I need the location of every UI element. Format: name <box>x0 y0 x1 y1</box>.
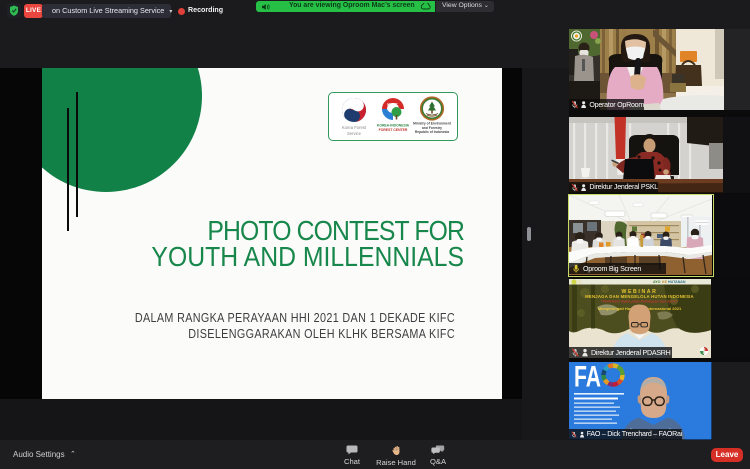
svg-text:Republic of Indonesia: Republic of Indonesia <box>414 130 448 134</box>
svg-text:AYO: AYO <box>653 280 661 284</box>
svg-text:FOREST CENTER: FOREST CENTER <box>378 128 407 132</box>
svg-text:KE: KE <box>662 280 668 284</box>
svg-text:KIFC: KIFC <box>387 102 398 107</box>
svg-text:Service: Service <box>347 131 362 136</box>
svg-text:“Kontribusi Nyata pada Kehidup: “Kontribusi Nyata pada Kehidupan dan Dun… <box>601 299 679 303</box>
svg-text:MENJAGA DAN MENGELOLA HUTAN IN: MENJAGA DAN MENGELOLA HUTAN INDONESIA <box>585 294 694 299</box>
svg-text:Korea Forest: Korea Forest <box>341 125 366 130</box>
svg-text:FA: FA <box>574 362 601 394</box>
svg-text:KOREA-INDONESIA: KOREA-INDONESIA <box>376 123 409 127</box>
svg-text:HUTANAN: HUTANAN <box>668 280 686 284</box>
